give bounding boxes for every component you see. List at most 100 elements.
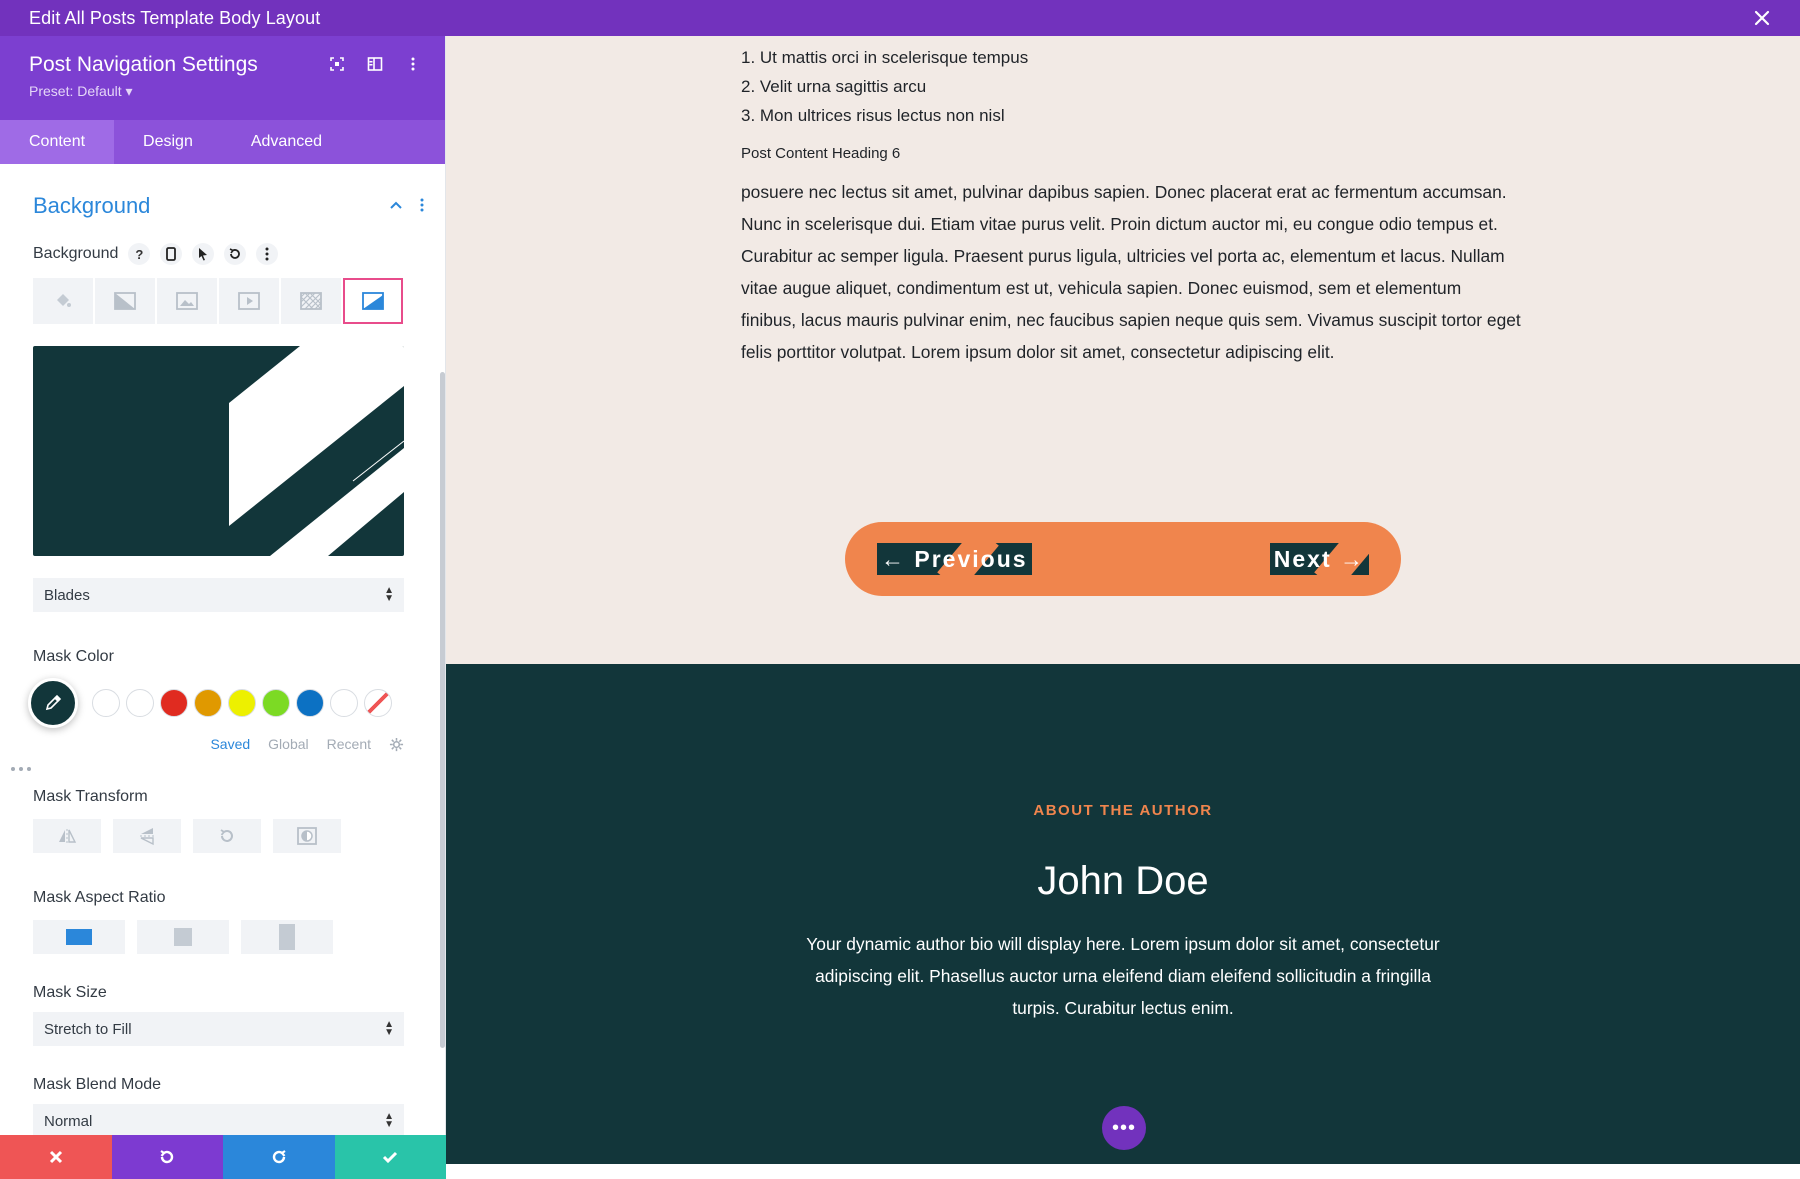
palette-tabs: Saved Global Recent: [33, 736, 412, 752]
portrait-icon: [279, 924, 295, 950]
background-label: Background: [33, 245, 119, 262]
rotate-button[interactable]: [193, 819, 261, 853]
mask-transform-label: Mask Transform: [33, 788, 148, 805]
aspect-square-button[interactable]: [137, 920, 229, 954]
redo-button[interactable]: [223, 1135, 335, 1179]
background-type-tabs: [33, 278, 412, 324]
heading-6: Post Content Heading 6: [741, 145, 901, 162]
author-bio: Your dynamic author bio will display her…: [806, 934, 1440, 1018]
mobile-icon[interactable]: [160, 243, 183, 265]
color-swatch[interactable]: [92, 689, 120, 717]
aspect-landscape-button[interactable]: [33, 920, 125, 954]
mask-aspect-label: Mask Aspect Ratio: [33, 889, 166, 906]
next-post-link[interactable]: Next →: [1269, 543, 1369, 575]
video-icon: [238, 292, 260, 310]
mask-transform-buttons: [33, 819, 412, 853]
mask-style-select[interactable]: Blades ▲ ▼: [33, 578, 404, 612]
field-menu-icon[interactable]: [256, 243, 279, 265]
chevron-up-icon[interactable]: [389, 198, 403, 212]
mask-style-value: Blades: [44, 586, 90, 604]
list-item: 2. Velit urna sagittis arcu: [741, 77, 927, 96]
section-header[interactable]: Background: [33, 164, 424, 244]
bg-color-tab[interactable]: [33, 278, 93, 324]
undo-icon: [160, 1150, 174, 1164]
post-content: 1. Ut mattis orci in scelerisque tempus …: [741, 36, 1521, 368]
palette-settings-icon[interactable]: [389, 737, 404, 752]
mask-blend-select[interactable]: Normal ▲ ▼: [33, 1104, 404, 1138]
mask-size-label: Mask Size: [33, 984, 107, 1001]
palette-tab-recent[interactable]: Recent: [327, 736, 371, 752]
mask-size-select[interactable]: Stretch to Fill ▲ ▼: [33, 1012, 404, 1046]
tab-content[interactable]: Content: [0, 120, 115, 164]
color-swatch[interactable]: [262, 689, 290, 717]
mask-blend-value: Normal: [44, 1112, 93, 1130]
author-name: John Doe: [1037, 859, 1209, 903]
bg-mask-tab[interactable]: [343, 278, 403, 324]
help-icon[interactable]: ?: [128, 243, 151, 265]
bg-image-tab[interactable]: [157, 278, 217, 324]
previous-post-link[interactable]: ← Previous: [877, 543, 1032, 575]
color-swatch[interactable]: [194, 689, 222, 717]
no-color-swatch[interactable]: [364, 689, 392, 717]
color-swatch[interactable]: [126, 689, 154, 717]
sidebar-scrollbar[interactable]: [440, 372, 445, 1048]
invert-button[interactable]: [273, 819, 341, 853]
rotate-icon: [220, 829, 233, 842]
color-swatches: [92, 689, 392, 717]
builder-options-button[interactable]: •••: [1102, 1106, 1146, 1150]
paint-bucket-icon: [57, 294, 71, 307]
sidebar-footer: [0, 1135, 446, 1179]
top-bar: Edit All Posts Template Body Layout: [0, 0, 1800, 36]
image-icon: [176, 292, 198, 310]
color-swatch[interactable]: [330, 689, 358, 717]
landscape-icon: [66, 929, 92, 945]
aspect-portrait-button[interactable]: [241, 920, 333, 954]
checkmark-icon: [383, 1151, 398, 1164]
mask-color-row: [28, 678, 412, 728]
palette-tab-global[interactable]: Global: [268, 736, 308, 752]
undo-button[interactable]: [111, 1135, 223, 1179]
flip-horizontal-icon: [59, 829, 77, 843]
square-icon: [174, 928, 192, 946]
settings-sidebar: Post Navigation Settings Preset: Default…: [0, 36, 446, 1179]
flip-horizontal-button[interactable]: [33, 819, 101, 853]
bg-video-tab[interactable]: [219, 278, 279, 324]
palette-tab-saved[interactable]: Saved: [210, 736, 250, 752]
flip-vertical-button[interactable]: [113, 819, 181, 853]
preset-dropdown[interactable]: Preset: Default ▾: [29, 83, 445, 100]
tab-advanced[interactable]: Advanced: [222, 120, 351, 164]
select-arrows-icon: ▲ ▼: [384, 1111, 394, 1130]
mask-preview: [33, 346, 404, 556]
select-arrows-icon: ▲ ▼: [384, 1019, 394, 1038]
bottom-strip: [446, 1164, 1800, 1179]
gradient-icon: [114, 292, 136, 310]
mask-blend-label: Mask Blend Mode: [33, 1076, 162, 1093]
select-arrows-icon: ▲ ▼: [384, 585, 394, 604]
post-navigation: ← Previous Next →: [845, 522, 1401, 596]
hover-cursor-icon[interactable]: [192, 243, 215, 265]
color-swatch[interactable]: [160, 689, 188, 717]
close-icon[interactable]: [1750, 6, 1774, 30]
color-swatch[interactable]: [296, 689, 324, 717]
fullscreen-icon[interactable]: [329, 56, 345, 72]
bg-pattern-tab[interactable]: [281, 278, 341, 324]
discard-button[interactable]: [0, 1135, 112, 1179]
color-picker-button[interactable]: [28, 678, 78, 728]
settings-tabs: Content Design Advanced: [0, 120, 445, 164]
section-menu-icon[interactable]: [419, 198, 425, 212]
bg-gradient-tab[interactable]: [95, 278, 155, 324]
tab-design[interactable]: Design: [114, 120, 222, 164]
invert-icon: [297, 827, 317, 845]
redo-icon: [272, 1150, 286, 1164]
save-button[interactable]: [334, 1135, 446, 1179]
mask-aspect-buttons: [33, 920, 412, 954]
section-title: Background: [33, 193, 151, 218]
split-view-icon[interactable]: [367, 56, 383, 72]
more-colors-icon[interactable]: [10, 766, 32, 772]
x-icon: [49, 1150, 62, 1164]
author-section: ABOUT THE AUTHOR John Doe Your dynamic a…: [446, 664, 1800, 1164]
color-swatch[interactable]: [228, 689, 256, 717]
list-item: 3. Mon ultrices risus lectus non nisl: [741, 106, 1005, 125]
reset-icon[interactable]: [224, 243, 247, 265]
more-options-icon[interactable]: [405, 56, 421, 72]
